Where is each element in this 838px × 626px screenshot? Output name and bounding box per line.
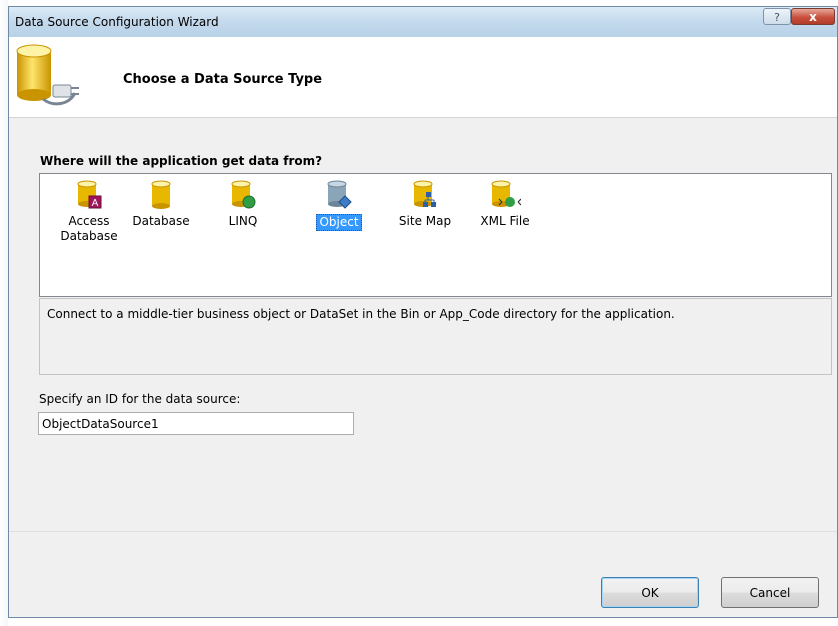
type-label-linq: LINQ bbox=[228, 214, 258, 228]
data-source-id-input[interactable] bbox=[38, 412, 354, 435]
type-label-xml-file: XML File bbox=[480, 214, 530, 228]
object-icon bbox=[327, 180, 352, 209]
question-label: Where will the application get data from… bbox=[40, 154, 323, 168]
svg-text:A: A bbox=[92, 198, 99, 209]
type-item-site-map[interactable]: Site Map bbox=[390, 180, 460, 229]
type-label-site-map: Site Map bbox=[398, 214, 452, 228]
type-label-access-database: Access Database bbox=[60, 214, 118, 243]
site-map-icon bbox=[413, 180, 436, 207]
data-source-type-list[interactable]: A Access Database Database LINQ Object S… bbox=[39, 173, 832, 297]
wizard-dialog: Data Source Configuration Wizard ? x Cho… bbox=[8, 6, 838, 618]
type-label-object: Object bbox=[316, 214, 362, 231]
linq-icon bbox=[231, 180, 256, 209]
help-icon: ? bbox=[774, 11, 780, 24]
cancel-button[interactable]: Cancel bbox=[721, 577, 819, 608]
database-plug-icon bbox=[16, 44, 79, 106]
id-label: Specify an ID for the data source: bbox=[39, 392, 241, 406]
background-edge bbox=[0, 0, 8, 626]
type-item-access-database[interactable]: A Access Database bbox=[54, 180, 124, 244]
xml-file-icon bbox=[491, 180, 521, 207]
type-item-linq[interactable]: LINQ bbox=[208, 180, 278, 229]
type-item-database[interactable]: Database bbox=[126, 180, 196, 229]
wizard-header: Choose a Data Source Type bbox=[9, 37, 837, 118]
type-label-database: Database bbox=[132, 214, 190, 228]
close-button[interactable]: x bbox=[791, 8, 835, 25]
title-bar: Data Source Configuration Wizard ? x bbox=[9, 7, 837, 38]
help-button[interactable]: ? bbox=[763, 8, 791, 25]
window-title: Data Source Configuration Wizard bbox=[15, 15, 219, 29]
type-item-xml-file[interactable]: XML File bbox=[470, 180, 540, 229]
page-title: Choose a Data Source Type bbox=[123, 72, 323, 87]
description-box: Connect to a middle-tier business object… bbox=[39, 298, 832, 375]
description-text: Connect to a middle-tier business object… bbox=[47, 307, 675, 321]
button-bar: OK Cancel bbox=[9, 531, 837, 617]
close-icon: x bbox=[809, 10, 817, 24]
access-database-icon: A bbox=[77, 180, 102, 209]
database-icon bbox=[151, 180, 171, 209]
type-item-object[interactable]: Object bbox=[304, 180, 374, 231]
wizard-body: Where will the application get data from… bbox=[9, 118, 837, 531]
ok-button[interactable]: OK bbox=[601, 577, 699, 608]
